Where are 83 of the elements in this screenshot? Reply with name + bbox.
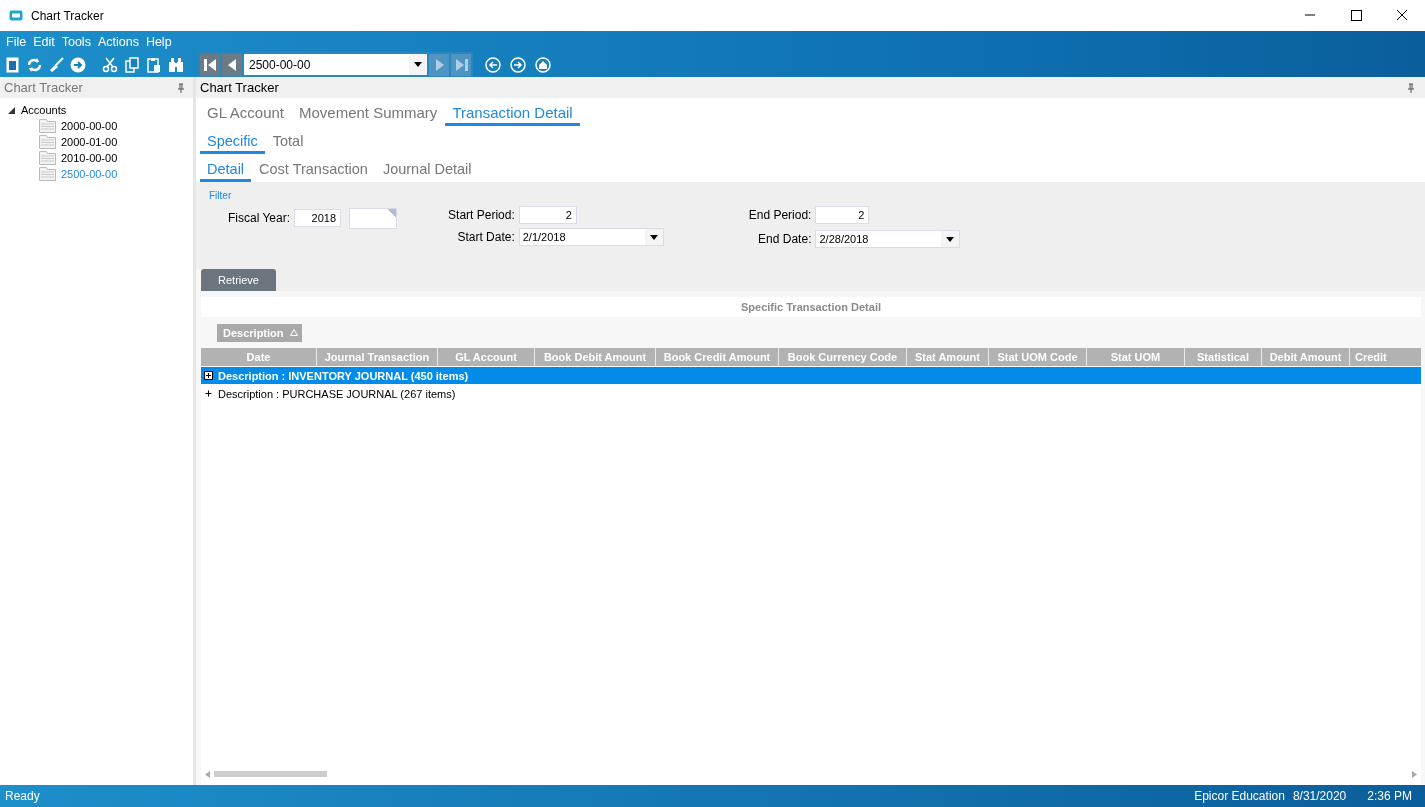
scrollbar-thumb[interactable] <box>214 771 327 777</box>
tab[interactable]: Movement Summary <box>292 104 445 126</box>
column-header[interactable]: Statistical <box>1185 348 1262 366</box>
section-label: Filter <box>209 190 233 201</box>
previous-record-button[interactable] <box>222 53 242 76</box>
caret-icon <box>649 234 658 240</box>
document-icon <box>39 119 56 133</box>
close-icon[interactable] <box>1395 9 1409 22</box>
tree-item[interactable]: 2500-00-00 <box>61 168 118 180</box>
tree-item[interactable]: 2000-01-00 <box>61 136 118 148</box>
sort-ascending-icon <box>289 329 298 336</box>
expand-icon[interactable] <box>204 371 213 380</box>
column-header[interactable]: Stat UOM Code <box>989 348 1087 366</box>
document-icon <box>39 167 56 181</box>
caret-icon <box>946 236 955 242</box>
field-label: Start Period: <box>448 208 515 222</box>
column-header[interactable]: GL Account <box>438 348 535 366</box>
binoculars-icon[interactable] <box>168 56 184 73</box>
menu-item[interactable]: File <box>6 34 32 49</box>
group-row[interactable]: Description : INVENTORY JOURNAL (450 items) <box>201 367 1421 384</box>
document-icon[interactable] <box>4 56 20 73</box>
fiscal-year-extra-field[interactable] <box>349 208 398 229</box>
status-date: 8/31/2020 <box>1292 789 1347 803</box>
column-header[interactable]: Book Currency Code <box>779 348 907 366</box>
end-period-field[interactable]: 2 <box>815 206 870 224</box>
status-text: Ready <box>5 789 40 803</box>
end-date-field[interactable]: 2/28/2018 <box>815 230 961 248</box>
field-label: End Period: <box>748 208 812 222</box>
column-header[interactable]: Stat UOM <box>1087 348 1185 366</box>
column-header[interactable]: Book Credit Amount <box>656 348 779 366</box>
column-header[interactable]: Date <box>201 348 317 366</box>
tab[interactable]: GL Account <box>200 104 291 126</box>
document-icon <box>39 135 56 149</box>
first-record-button[interactable] <box>200 53 220 76</box>
field-label: Start Date: <box>456 230 515 244</box>
column-header[interactable]: Credit <box>1350 348 1421 366</box>
panel-title: Chart Tracker <box>200 80 279 95</box>
document-icon <box>39 151 56 165</box>
field-label: Fiscal Year: <box>228 210 291 225</box>
group-by-chip[interactable]: Description <box>217 323 302 342</box>
group-row[interactable]: Description : PURCHASE JOURNAL (267 items) <box>201 385 1421 402</box>
caret-icon <box>414 62 422 67</box>
menu-item[interactable]: Help <box>145 34 177 49</box>
menu-item[interactable]: Edit <box>33 34 60 49</box>
fiscal-year-field[interactable]: 2018 <box>294 208 342 227</box>
scroll-right-icon[interactable] <box>1412 770 1417 778</box>
tab[interactable]: Total <box>265 133 311 154</box>
cut-icon[interactable] <box>102 56 118 73</box>
menu-item[interactable]: Actions <box>97 34 144 49</box>
panel-title: Chart Tracker <box>4 80 83 95</box>
paste-icon[interactable] <box>146 56 162 73</box>
column-header[interactable]: Stat Amount <box>907 348 989 366</box>
tree-item[interactable]: Accounts <box>21 104 67 116</box>
tab[interactable]: Journal Detail <box>375 161 479 182</box>
retrieve-button[interactable]: Retrieve <box>201 269 276 291</box>
tree-item[interactable]: 2000-00-00 <box>61 120 118 132</box>
start-period-field[interactable]: 2 <box>518 206 577 224</box>
expand-icon[interactable] <box>204 389 213 398</box>
window-title: Chart Tracker <box>31 8 104 23</box>
start-date-field[interactable]: 2/1/2018 <box>518 228 664 246</box>
pin-icon[interactable] <box>177 82 185 93</box>
home-icon[interactable] <box>535 56 551 73</box>
record-dropdown[interactable]: 2500-00-00 <box>244 54 427 75</box>
field-label: End Date: <box>757 232 812 246</box>
app-icon <box>9 10 23 21</box>
grid-title: Specific Transaction Detail <box>740 300 882 315</box>
status-time: 2:36 PM <box>1367 789 1412 803</box>
pin-icon[interactable] <box>1407 82 1415 93</box>
arrow-right-circle-icon[interactable] <box>510 56 526 73</box>
column-header[interactable]: Book Debit Amount <box>535 348 656 366</box>
company-name: Epicor Education <box>1194 789 1285 803</box>
maximize-icon[interactable] <box>1349 9 1363 22</box>
expander-icon[interactable] <box>8 106 15 114</box>
arrow-left-circle-icon[interactable] <box>485 56 501 73</box>
refresh-icon[interactable] <box>26 56 42 73</box>
column-header[interactable]: Debit Amount <box>1262 348 1350 366</box>
copy-icon[interactable] <box>124 56 140 73</box>
arrow-right-circle-icon[interactable] <box>70 56 86 73</box>
scroll-left-icon[interactable] <box>205 770 210 778</box>
menu-item[interactable]: Tools <box>61 34 96 49</box>
tab[interactable]: Cost Transaction <box>252 161 375 182</box>
tree-item[interactable]: 2010-00-00 <box>61 152 118 164</box>
column-header[interactable]: Journal Transaction <box>317 348 438 366</box>
